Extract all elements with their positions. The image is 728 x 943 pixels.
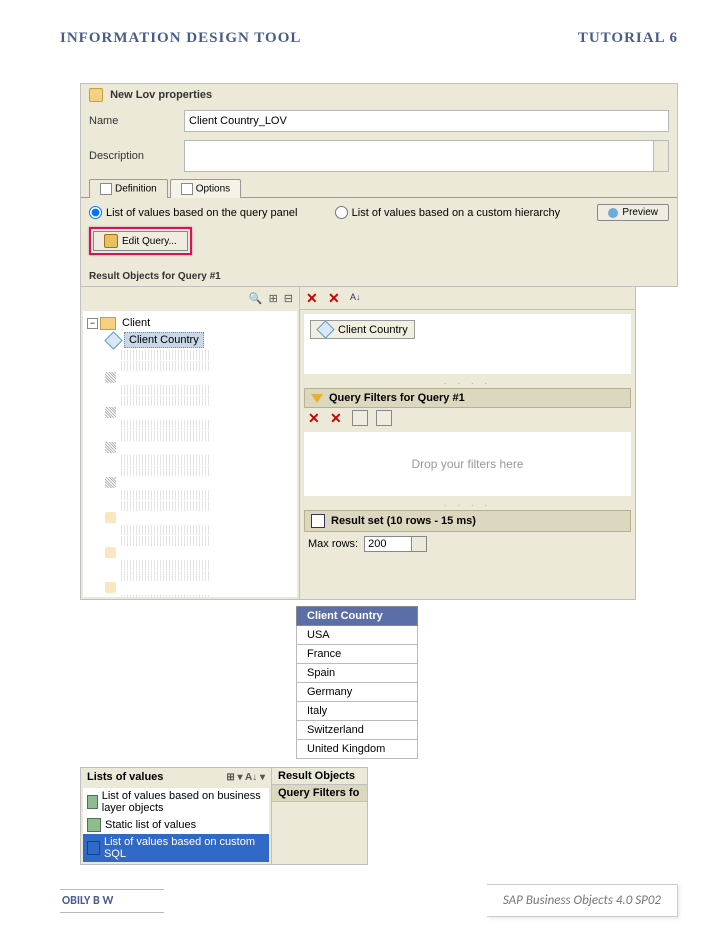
collapse-icon[interactable]: ⊟: [284, 292, 293, 305]
name-input[interactable]: [184, 110, 669, 132]
lov-item[interactable]: List of values based on business layer o…: [83, 788, 269, 816]
scrollbar[interactable]: [653, 141, 668, 171]
result-toolbar: ✕ ✕: [300, 287, 635, 310]
query-filters-header: Query Filters for Query #1: [304, 388, 631, 408]
tree-node-client[interactable]: Client: [118, 316, 154, 330]
lov-properties-dialog: New Lov properties Name Description Defi…: [80, 83, 678, 287]
table-row[interactable]: France: [297, 645, 418, 664]
lov-type-icon: [87, 818, 101, 832]
filters-toolbar: ✕ ✕: [300, 408, 635, 428]
search-icon[interactable]: 🔍: [249, 292, 263, 305]
table-row[interactable]: Switzerland: [297, 721, 418, 740]
lov-type-icon: [87, 795, 98, 809]
doc-tutorial: TUTORIAL 6: [578, 30, 678, 47]
result-table: Client Country USAFranceSpainGermanyItal…: [296, 606, 418, 759]
result-chip-client-country[interactable]: Client Country: [310, 320, 415, 339]
table-row[interactable]: Spain: [297, 664, 418, 683]
clear-filter-icon[interactable]: ✕: [330, 411, 344, 425]
tree-toggle[interactable]: −: [87, 318, 98, 329]
maxrows-label: Max rows:: [308, 538, 358, 550]
edit-query-button[interactable]: Edit Query...: [93, 231, 188, 251]
delete-icon[interactable]: ✕: [306, 291, 320, 305]
funnel-icon: [311, 394, 323, 403]
lov-list[interactable]: List of values based on business layer o…: [83, 788, 269, 862]
sort-icon[interactable]: [350, 291, 364, 305]
description-input[interactable]: [184, 140, 669, 172]
lov-panel-title: Lists of values: [87, 771, 163, 783]
product-name: SAP Business Objects 4.0 SP02: [487, 884, 678, 917]
lov-item[interactable]: List of values based on custom SQL: [83, 834, 269, 862]
dialog-title-text: New Lov properties: [110, 89, 212, 101]
delete-filter-icon[interactable]: ✕: [308, 411, 322, 425]
author-name: OBILY B W: [60, 889, 164, 913]
result-col-header[interactable]: Client Country: [297, 607, 418, 626]
table-row[interactable]: United Kingdom: [297, 740, 418, 759]
object-tree[interactable]: − Client Client Country: [83, 311, 297, 597]
clear-icon[interactable]: ✕: [328, 291, 342, 305]
folder-icon: [100, 317, 116, 330]
doc-header: INFORMATION DESIGN TOOL TUTORIAL 6: [60, 30, 678, 55]
table-row[interactable]: Germany: [297, 683, 418, 702]
filters-drop-area[interactable]: Drop your filters here: [304, 432, 631, 496]
splitter[interactable]: · · · ·: [300, 500, 635, 510]
maxrows-input[interactable]: [365, 537, 411, 551]
radio-custom-hierarchy[interactable]: List of values based on a custom hierarc…: [335, 206, 561, 219]
name-label: Name: [89, 115, 184, 127]
lov-icon: [89, 88, 103, 102]
resultset-header: Result set (10 rows - 15 ms): [304, 510, 631, 532]
tree-panel: 🔍 ⊞ ⊟ − Client Client Country: [80, 287, 300, 600]
edit-icon: [104, 234, 118, 248]
preview-icon: [608, 208, 618, 218]
lov-type-icon: [87, 841, 100, 855]
options-icon: [181, 183, 193, 195]
spinner-arrows[interactable]: [411, 537, 426, 551]
dimension-icon: [316, 320, 334, 338]
radio-query-panel[interactable]: List of values based on the query panel: [89, 206, 297, 219]
right-hdr-result-objects: Result Objects: [272, 768, 367, 785]
maxrows-row: Max rows:: [300, 532, 635, 556]
right-hdr-query-filters: Query Filters fo: [272, 785, 367, 802]
result-objects-header: Result Objects for Query #1: [81, 267, 677, 286]
definition-icon: [100, 183, 112, 195]
maxrows-spinner[interactable]: [364, 536, 427, 552]
lov-item[interactable]: Static list of values: [83, 816, 269, 834]
table-row[interactable]: Italy: [297, 702, 418, 721]
tab-options[interactable]: Options: [170, 179, 241, 198]
expand-icon[interactable]: ⊞: [269, 292, 278, 305]
splitter[interactable]: · · · ·: [300, 378, 635, 388]
query-right-panel: ✕ ✕ Client Country · · · · Query Filters…: [300, 287, 636, 600]
tab-definition[interactable]: Definition: [89, 179, 168, 198]
query-panel: 🔍 ⊞ ⊟ − Client Client Country ✕ ✕: [80, 287, 678, 600]
dimension-icon: [104, 331, 122, 349]
grid-icon: [311, 514, 325, 528]
doc-footer: OBILY B W SAP Business Objects 4.0 SP02: [60, 889, 678, 913]
lists-of-values-panel: Lists of values ⊞ ▾ A↓ ▾ List of values b…: [80, 767, 678, 865]
doc-title: INFORMATION DESIGN TOOL: [60, 30, 301, 47]
tree-toolbar: 🔍 ⊞ ⊟: [81, 287, 299, 309]
description-label: Description: [89, 150, 184, 162]
filter-tool2-icon[interactable]: [376, 410, 392, 426]
dialog-title: New Lov properties: [81, 84, 677, 106]
preview-button[interactable]: Preview: [597, 204, 669, 221]
edit-query-highlight: Edit Query...: [89, 227, 192, 255]
table-row[interactable]: USA: [297, 626, 418, 645]
result-objects-area[interactable]: Client Country: [304, 314, 631, 374]
tree-node-client-country[interactable]: Client Country: [124, 332, 204, 348]
lov-toolbar[interactable]: ⊞ ▾ A↓ ▾: [226, 772, 265, 783]
filter-tool-icon[interactable]: [352, 410, 368, 426]
